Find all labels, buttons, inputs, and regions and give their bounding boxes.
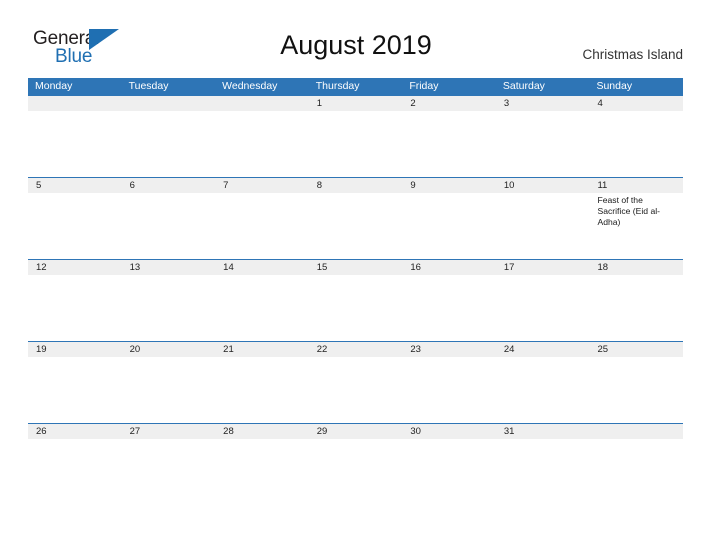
- page-header: General Blue August 2019 Christmas Islan…: [0, 0, 712, 78]
- calendar-week-row: 1 2 3 4: [28, 95, 683, 177]
- day-number[interactable]: [28, 96, 122, 111]
- week-day-numbers: 5 6 7 8 9 10 11: [28, 178, 683, 193]
- day-cell[interactable]: [28, 357, 122, 423]
- day-cell[interactable]: [215, 357, 309, 423]
- day-cell[interactable]: [402, 275, 496, 341]
- day-number[interactable]: 15: [309, 260, 403, 275]
- day-number[interactable]: 3: [496, 96, 590, 111]
- day-number[interactable]: 18: [589, 260, 683, 275]
- day-cell[interactable]: [309, 275, 403, 341]
- day-cell[interactable]: [122, 439, 216, 505]
- day-cell[interactable]: [496, 275, 590, 341]
- week-event-area: Feast of the Sacrifice (Eid al-Adha): [28, 193, 683, 259]
- day-cell[interactable]: [589, 275, 683, 341]
- day-cell[interactable]: [215, 193, 309, 259]
- day-cell-holiday[interactable]: Feast of the Sacrifice (Eid al-Adha): [589, 193, 683, 259]
- day-number[interactable]: 21: [215, 342, 309, 357]
- day-cell[interactable]: [122, 193, 216, 259]
- day-number[interactable]: 23: [402, 342, 496, 357]
- day-number[interactable]: 29: [309, 424, 403, 439]
- day-cell[interactable]: [496, 193, 590, 259]
- day-number[interactable]: 5: [28, 178, 122, 193]
- week-event-area: [28, 439, 683, 505]
- week-event-area: [28, 275, 683, 341]
- day-number[interactable]: 14: [215, 260, 309, 275]
- week-event-area: [28, 111, 683, 177]
- day-cell[interactable]: [309, 439, 403, 505]
- day-number[interactable]: 10: [496, 178, 590, 193]
- day-number[interactable]: 16: [402, 260, 496, 275]
- calendar-grid: Monday Tuesday Wednesday Thursday Friday…: [28, 78, 683, 505]
- day-cell[interactable]: [28, 439, 122, 505]
- day-number[interactable]: 24: [496, 342, 590, 357]
- calendar-week-row: 12 13 14 15 16 17 18: [28, 259, 683, 341]
- day-number[interactable]: 27: [122, 424, 216, 439]
- day-cell[interactable]: [402, 357, 496, 423]
- day-number[interactable]: 22: [309, 342, 403, 357]
- day-cell[interactable]: [215, 275, 309, 341]
- day-cell[interactable]: [122, 111, 216, 177]
- day-number[interactable]: 20: [122, 342, 216, 357]
- day-cell[interactable]: [309, 193, 403, 259]
- weekday-header-monday: Monday: [35, 80, 73, 92]
- day-cell[interactable]: [122, 357, 216, 423]
- day-cell[interactable]: [122, 275, 216, 341]
- weekday-header-saturday: Saturday: [502, 80, 545, 92]
- day-number[interactable]: 7: [215, 178, 309, 193]
- calendar-week-row: 26 27 28 29 30 31: [28, 423, 683, 505]
- day-number[interactable]: 17: [496, 260, 590, 275]
- weekday-header-wednesday: Wednesday: [222, 80, 278, 92]
- calendar-week-row: 19 20 21 22 23 24 25: [28, 341, 683, 423]
- day-number[interactable]: 2: [402, 96, 496, 111]
- weekday-header-friday: Friday: [409, 80, 439, 92]
- day-cell[interactable]: [402, 111, 496, 177]
- day-number[interactable]: 28: [215, 424, 309, 439]
- day-number[interactable]: 4: [589, 96, 683, 111]
- region-label: Christmas Island: [582, 47, 683, 62]
- day-number[interactable]: [589, 424, 683, 439]
- day-event-text: Feast of the Sacrifice (Eid al-Adha): [597, 195, 661, 227]
- day-number[interactable]: 13: [122, 260, 216, 275]
- week-day-numbers: 19 20 21 22 23 24 25: [28, 342, 683, 357]
- day-cell[interactable]: [496, 357, 590, 423]
- week-day-numbers: 1 2 3 4: [28, 96, 683, 111]
- day-cell[interactable]: [589, 111, 683, 177]
- week-day-numbers: 26 27 28 29 30 31: [28, 424, 683, 439]
- day-cell[interactable]: [28, 193, 122, 259]
- week-day-numbers: 12 13 14 15 16 17 18: [28, 260, 683, 275]
- day-number[interactable]: 11: [589, 178, 683, 193]
- day-number[interactable]: [122, 96, 216, 111]
- day-cell[interactable]: [496, 439, 590, 505]
- day-cell[interactable]: [28, 111, 122, 177]
- day-number[interactable]: 12: [28, 260, 122, 275]
- day-number[interactable]: 30: [402, 424, 496, 439]
- day-number[interactable]: 25: [589, 342, 683, 357]
- weekday-header-sunday: Sunday: [596, 80, 633, 92]
- day-cell[interactable]: [402, 439, 496, 505]
- calendar-week-row: 5 6 7 8 9 10 11 Feast of the Sacrifice (…: [28, 177, 683, 259]
- day-cell[interactable]: [496, 111, 590, 177]
- day-cell[interactable]: [402, 193, 496, 259]
- day-number[interactable]: 9: [402, 178, 496, 193]
- weekday-header-thursday: Thursday: [315, 80, 360, 92]
- day-cell[interactable]: [309, 357, 403, 423]
- day-number[interactable]: 6: [122, 178, 216, 193]
- day-number[interactable]: 31: [496, 424, 590, 439]
- week-event-area: [28, 357, 683, 423]
- day-number[interactable]: 26: [28, 424, 122, 439]
- day-number[interactable]: 8: [309, 178, 403, 193]
- weekday-header-row: Monday Tuesday Wednesday Thursday Friday…: [28, 78, 683, 95]
- day-cell[interactable]: [215, 439, 309, 505]
- day-cell[interactable]: [309, 111, 403, 177]
- weekday-header-tuesday: Tuesday: [128, 80, 169, 92]
- day-cell[interactable]: [589, 439, 683, 505]
- day-number[interactable]: [215, 96, 309, 111]
- day-number[interactable]: 19: [28, 342, 122, 357]
- day-cell[interactable]: [589, 357, 683, 423]
- day-number[interactable]: 1: [309, 96, 403, 111]
- day-cell[interactable]: [215, 111, 309, 177]
- day-cell[interactable]: [28, 275, 122, 341]
